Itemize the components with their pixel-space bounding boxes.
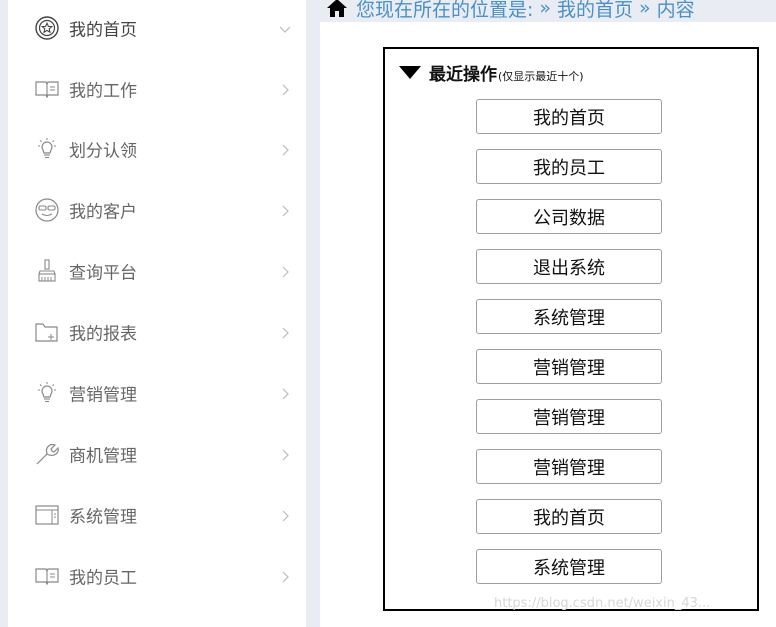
- sidebar: 我的首页 我的工作 划分认领 我的客户 查询平台 我的报表 营销管理 商机管理 …: [8, 0, 306, 627]
- breadcrumb: 您现在所在的位置是: » 我的首页 » 内容: [326, 0, 701, 22]
- chevron-right-icon: [278, 569, 292, 583]
- sidebar-item-reports[interactable]: 我的报表: [8, 301, 306, 362]
- breadcrumb-separator: »: [639, 0, 651, 19]
- chevron-right-icon: [278, 142, 292, 156]
- recent-op-button[interactable]: 公司数据: [476, 199, 662, 234]
- chevron-right-icon: [278, 508, 292, 522]
- recent-op-button[interactable]: 我的首页: [476, 499, 662, 534]
- recent-op-button[interactable]: 营销管理: [476, 349, 662, 384]
- chevron-right-icon: [278, 447, 292, 461]
- sidebar-item-marketing[interactable]: 营销管理: [8, 362, 306, 423]
- chevron-down-icon: [278, 21, 292, 35]
- brush-icon: [34, 258, 60, 284]
- sidebar-item-label: 我的报表: [69, 324, 137, 344]
- customer-face-icon: [34, 197, 60, 223]
- book-icon: [34, 563, 60, 589]
- sidebar-item-home[interactable]: 我的首页: [8, 0, 306, 58]
- lightbulb-icon: [34, 380, 60, 406]
- sidebar-item-label: 我的员工: [69, 568, 137, 588]
- home-icon: [327, 0, 347, 17]
- recent-op-button[interactable]: 我的首页: [476, 99, 662, 134]
- book-icon: [34, 76, 60, 102]
- star-badge-icon: [34, 15, 60, 41]
- sidebar-item-label: 营销管理: [69, 385, 137, 405]
- panel-title: 最近操作: [429, 65, 497, 85]
- chevron-right-icon: [278, 203, 292, 217]
- watermark: https://blog.csdn.net/weixin_43...: [494, 596, 711, 611]
- sidebar-item-query[interactable]: 查询平台: [8, 240, 306, 301]
- chevron-right-icon: [278, 264, 292, 278]
- recent-op-button[interactable]: 营销管理: [476, 449, 662, 484]
- folder-add-icon: [34, 319, 60, 345]
- sidebar-item-customers[interactable]: 我的客户: [8, 179, 306, 240]
- recent-operations-panel: 最近操作 (仅显示最近十个) 我的首页 我的员工 公司数据 退出系统 系统管理 …: [383, 47, 759, 611]
- sidebar-item-label: 我的首页: [69, 20, 137, 40]
- recent-op-button[interactable]: 系统管理: [476, 549, 662, 584]
- recent-op-button[interactable]: 系统管理: [476, 299, 662, 334]
- breadcrumb-link-home[interactable]: 我的首页: [557, 0, 633, 22]
- recent-op-button[interactable]: 我的员工: [476, 149, 662, 184]
- sidebar-item-label: 商机管理: [69, 446, 137, 466]
- sidebar-item-label: 查询平台: [69, 263, 137, 283]
- breadcrumb-prefix: 您现在所在的位置是:: [356, 0, 534, 21]
- caret-down-icon[interactable]: [399, 65, 421, 80]
- panel-subtitle: (仅显示最近十个): [498, 70, 584, 83]
- sidebar-item-opportunities[interactable]: 商机管理: [8, 423, 306, 484]
- recent-op-button[interactable]: 退出系统: [476, 249, 662, 284]
- sidebar-item-work[interactable]: 我的工作: [8, 58, 306, 119]
- sidebar-item-staff[interactable]: 我的员工: [8, 545, 306, 606]
- wrench-icon: [34, 441, 60, 467]
- sidebar-item-label: 我的工作: [69, 81, 137, 101]
- sidebar-item-system[interactable]: 系统管理: [8, 484, 306, 545]
- chevron-right-icon: [278, 82, 292, 96]
- sidebar-item-label: 系统管理: [69, 507, 137, 527]
- recent-op-button[interactable]: 营销管理: [476, 399, 662, 434]
- breadcrumb-separator: »: [539, 0, 552, 19]
- chevron-right-icon: [278, 325, 292, 339]
- panel-header[interactable]: 最近操作 (仅显示最近十个): [399, 60, 584, 85]
- lightbulb-icon: [34, 136, 60, 162]
- chevron-right-icon: [278, 386, 292, 400]
- sidebar-item-assign[interactable]: 划分认领: [8, 118, 306, 179]
- breadcrumb-current: 内容: [656, 0, 695, 21]
- sidebar-item-label: 我的客户: [69, 202, 137, 222]
- window-icon: [34, 502, 60, 528]
- sidebar-item-label: 划分认领: [69, 141, 137, 161]
